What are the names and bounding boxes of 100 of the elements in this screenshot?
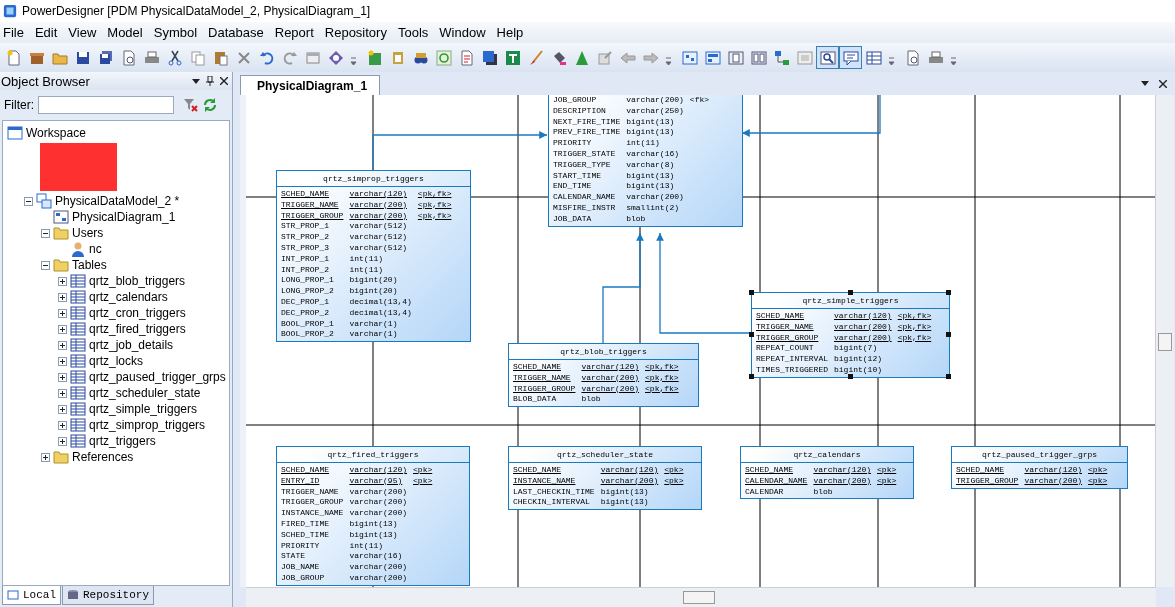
table-entity[interactable]: qrtz_simple_triggers SCHED_NAME varchar(120) <pk,fk> TRIGGER_NAME varchar(200) <pk,fk> TRIGGER_GROUP varchar(200) <pk,fk> REPEAT_COUNT bigint(7) REPEAT_INTERVAL bigint(12) TIMES_TRIGGERED bigint(10) <box>751 292 950 378</box>
diagram-tab[interactable]: PhysicalDiagram_1 <box>240 75 381 95</box>
tree-item[interactable]: qrtz_triggers <box>89 434 156 448</box>
linked-boxes-icon <box>773 49 790 66</box>
menu-item[interactable]: Tools <box>394 25 435 40</box>
comment-button[interactable] <box>839 46 862 69</box>
expander-icon[interactable] <box>24 196 33 206</box>
selection-handle[interactable] <box>946 373 951 379</box>
table-name: qrtz_calendars <box>741 447 913 463</box>
expander-icon[interactable] <box>58 420 67 430</box>
table-entity[interactable] <box>548 95 743 227</box>
expander-icon[interactable] <box>58 436 67 446</box>
expander-icon[interactable] <box>58 388 67 398</box>
menu-item[interactable]: Symbol <box>150 25 204 40</box>
table-entity[interactable]: qrtz_scheduler_state SCHED_NAME varchar(120) <pk> INSTANCE_NAME varchar(200) <pk> LAST_CHECKIN_TIME bigint(13) CHECKIN_INTERVAL bigint(13) <box>508 446 702 511</box>
tree-item[interactable]: nc <box>89 242 102 256</box>
expander-icon[interactable] <box>58 276 67 286</box>
selection-handle[interactable] <box>946 331 951 337</box>
menu-item[interactable]: View <box>65 25 103 40</box>
tree-item[interactable]: qrtz_cron_triggers <box>89 306 186 320</box>
selection-handle[interactable] <box>749 331 754 337</box>
table-entity[interactable] <box>276 170 471 343</box>
menu-item[interactable]: Repository <box>321 25 393 40</box>
expander-icon[interactable] <box>58 308 67 318</box>
column-type: varchar(512) <box>349 221 409 233</box>
column-name: REPEAT_COUNT <box>756 343 815 355</box>
vertical-scrollbar[interactable] <box>1155 95 1174 587</box>
tree-item[interactable]: PhysicalDataModel_2 * <box>55 194 180 208</box>
tree-item[interactable]: qrtz_blob_triggers <box>89 274 186 288</box>
menu-item[interactable]: Help <box>493 25 530 40</box>
menu-item[interactable]: Edit <box>31 25 64 40</box>
column-name: SCHED_TIME <box>281 529 330 541</box>
clear-filter-icon[interactable] <box>182 97 198 113</box>
panel-tab[interactable]: Local <box>2 586 61 605</box>
table-entity[interactable]: qrtz_paused_trigger_grps SCHED_NAME varchar(120) <pk> TRIGGER_GROUP varchar(200) <pk> <box>951 446 1128 489</box>
close-icon[interactable] <box>220 77 228 85</box>
column-name: CALENDAR <box>745 486 785 498</box>
expander-icon[interactable] <box>58 324 67 334</box>
tree-item[interactable]: qrtz_scheduler_state <box>89 386 201 400</box>
selection-handle[interactable] <box>946 290 951 295</box>
tree-item[interactable]: References <box>72 450 134 464</box>
table-entity[interactable] <box>276 446 470 586</box>
expander-icon[interactable] <box>58 292 67 302</box>
menu-item[interactable]: Report <box>271 25 320 40</box>
dropdown-icon[interactable] <box>192 78 200 84</box>
horizontal-scrollbar[interactable] <box>246 587 1156 607</box>
tree-item[interactable]: qrtz_fired_triggers <box>89 322 186 336</box>
column-name: TRIGGER_GROUP <box>756 332 820 344</box>
column-type: int(11) <box>349 264 385 276</box>
menu-item[interactable]: Database <box>205 25 270 40</box>
tree-item[interactable]: qrtz_locks <box>89 354 144 368</box>
selection-handle[interactable] <box>847 290 853 295</box>
zoom-button[interactable] <box>816 46 839 69</box>
brush-icon <box>527 49 544 66</box>
table-entity[interactable]: qrtz_calendars SCHED_NAME varchar(120) <pk> CALENDAR_NAME varchar(200) <pk> CALENDAR blob <box>740 446 914 500</box>
menu-item[interactable]: File <box>0 25 30 40</box>
filter-field[interactable] <box>38 96 174 114</box>
tree-item[interactable]: qrtz_calendars <box>89 290 168 304</box>
expander-icon[interactable] <box>41 452 50 462</box>
toolbar-overflow-icon[interactable] <box>350 56 357 66</box>
column-type: bigint(20) <box>349 275 399 287</box>
toolbar-overflow-icon[interactable] <box>950 56 957 66</box>
panel-tab[interactable]: Repository <box>62 586 155 605</box>
tree-item[interactable]: Users <box>72 226 104 240</box>
tree-item[interactable]: qrtz_paused_trigger_grps <box>89 370 226 384</box>
menu-item[interactable]: Window <box>436 25 492 40</box>
close-icon[interactable] <box>1159 79 1167 88</box>
tree-item[interactable]: qrtz_simprop_triggers <box>89 418 206 432</box>
tree-item[interactable]: Tables <box>72 258 107 272</box>
scissors-icon <box>166 49 183 66</box>
expander-icon[interactable] <box>58 372 67 382</box>
toolbar-overflow-icon[interactable] <box>888 56 895 66</box>
column-type: bigint(13) <box>600 497 650 509</box>
column-type: int(11) <box>349 253 385 265</box>
column-key: <pk> <box>877 465 897 476</box>
workspace-icon <box>7 125 23 141</box>
pages-icon <box>750 49 767 66</box>
new-document-icon <box>5 49 22 66</box>
column-key: <pk,fk> <box>417 210 452 222</box>
selection-handle[interactable] <box>847 373 853 379</box>
tree-item[interactable]: PhysicalDiagram_1 <box>72 210 176 224</box>
column-key: <pk> <box>413 465 433 476</box>
tree-item[interactable]: qrtz_job_details <box>89 338 174 352</box>
toolbar-overflow-icon[interactable] <box>665 56 672 66</box>
selection-handle[interactable] <box>749 290 754 295</box>
table-entity[interactable]: qrtz_blob_triggers SCHED_NAME varchar(120) <pk,fk> TRIGGER_NAME varchar(200) <pk,fk> TRIGGER_GROUP varchar(200) <pk,fk> BLOB_DATA blob <box>508 343 699 408</box>
pin-icon[interactable] <box>206 76 214 86</box>
expander-icon[interactable] <box>58 340 67 350</box>
expander-icon[interactable] <box>58 404 67 414</box>
expander-icon[interactable] <box>41 228 50 238</box>
refresh-icon[interactable] <box>202 97 218 113</box>
tree-item[interactable]: Workspace <box>26 126 86 140</box>
expander-icon[interactable] <box>58 356 67 366</box>
menu-item[interactable]: Model <box>104 25 149 40</box>
tree-item[interactable]: qrtz_simple_triggers <box>89 402 198 416</box>
expander-icon[interactable] <box>41 260 50 270</box>
dropdown-icon[interactable] <box>1141 81 1149 86</box>
selection-handle[interactable] <box>749 373 754 379</box>
column-name: STR_PROP_2 <box>281 232 330 243</box>
column-type: varchar(200) <box>581 372 640 384</box>
